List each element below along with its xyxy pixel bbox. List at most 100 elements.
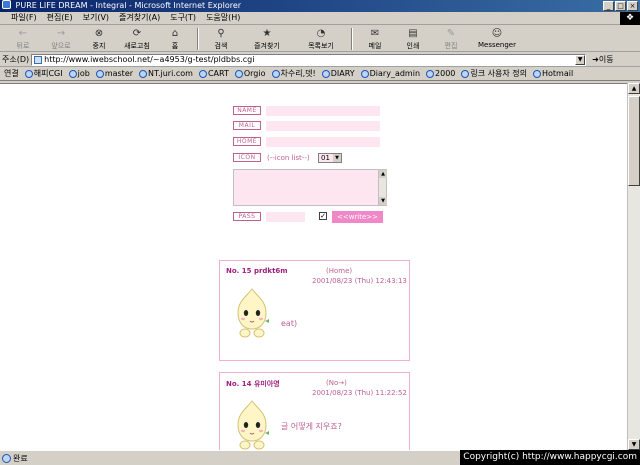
link-label: DIARY xyxy=(330,69,355,78)
link-item[interactable]: 해피CGI xyxy=(24,68,63,79)
post-date: 2001/08/23 (Thu) 12:43:13 xyxy=(312,277,407,285)
baby-avatar-icon xyxy=(237,288,269,338)
windows-logo-icon: ❖ xyxy=(620,12,640,25)
print-button[interactable]: ▤ 인쇄 xyxy=(394,26,432,52)
mail-button[interactable]: ✉ 메일 xyxy=(356,26,394,52)
link-item[interactable]: 차수리,뎃! xyxy=(271,68,316,79)
menu-edit[interactable]: 편집(E) xyxy=(42,12,78,24)
link-item[interactable]: NT.juri.com xyxy=(139,69,193,78)
link-item[interactable]: Diary_admin xyxy=(360,69,420,78)
ie-link-icon xyxy=(532,69,541,78)
history-label: 목록보기 xyxy=(308,42,334,50)
ie-status-icon xyxy=(2,453,11,463)
minimize-button[interactable]: _ xyxy=(603,1,614,11)
link-label: 해피CGI xyxy=(33,69,63,78)
link-item[interactable]: 링크 사용자 정의 xyxy=(461,68,527,79)
title-bar: PURE LIFE DREAM - Integral - Microsoft I… xyxy=(0,0,640,12)
favorites-folder-icon: ★ xyxy=(262,28,272,39)
forward-arrow-icon: → xyxy=(56,28,66,39)
ie-link-icon xyxy=(461,69,470,78)
link-label: 차수리,뎃! xyxy=(280,69,316,78)
link-item[interactable]: Hotmail xyxy=(532,69,573,78)
back-button[interactable]: ← 뒤로 xyxy=(4,26,42,52)
link-item[interactable]: DIARY xyxy=(321,69,355,78)
link-item[interactable]: master xyxy=(95,69,134,78)
scroll-up-icon[interactable]: ▲ xyxy=(628,83,640,94)
scroll-down-icon[interactable]: ▼ xyxy=(379,197,387,205)
maximize-button[interactable]: □ xyxy=(615,1,626,11)
print-label: 인쇄 xyxy=(406,42,420,50)
scroll-down-icon[interactable]: ▼ xyxy=(628,439,640,450)
link-label: job xyxy=(77,69,90,78)
home-input[interactable] xyxy=(266,137,380,147)
go-label: 이동 xyxy=(598,55,614,64)
ie-link-icon xyxy=(234,69,243,78)
password-input[interactable] xyxy=(266,212,305,222)
menu-tools[interactable]: 도구(T) xyxy=(165,12,201,24)
textarea-scrollbar[interactable]: ▲ ▼ xyxy=(378,170,387,205)
address-dropdown-icon[interactable]: ▼ xyxy=(575,54,586,65)
browser-window: PURE LIFE DREAM - Integral - Microsoft I… xyxy=(0,0,640,465)
mail-input[interactable] xyxy=(266,121,380,131)
post-number: No. 14 유미아영 xyxy=(226,380,280,388)
link-label: NT.juri.com xyxy=(148,69,193,78)
post-entry: No. 15 prdkt6m (Home) 2001/08/23 (Thu) 1… xyxy=(219,260,410,361)
icon-select[interactable]: 01 ▼ xyxy=(318,153,342,163)
stop-button[interactable]: ⊗ 중지 xyxy=(80,26,118,52)
favorites-label: 즐겨찾기 xyxy=(254,42,280,50)
name-input[interactable] xyxy=(266,106,380,116)
history-button[interactable]: ◔ 목록보기 xyxy=(294,26,348,52)
scroll-up-icon[interactable]: ▲ xyxy=(379,170,387,178)
link-item[interactable]: CART xyxy=(198,69,229,78)
post-number: No. 15 prdkt6m xyxy=(226,267,288,275)
link-label: 2000 xyxy=(435,69,456,78)
link-label: master xyxy=(104,69,134,78)
link-label: 링크 사용자 정의 xyxy=(470,69,527,78)
back-arrow-icon: ← xyxy=(18,28,28,39)
menu-favorites[interactable]: 즐겨찾기(A) xyxy=(114,12,165,24)
message-textarea[interactable]: ▲ ▼ xyxy=(233,169,387,206)
favorites-button[interactable]: ★ 즐겨찾기 xyxy=(240,26,294,52)
edit-button[interactable]: ✎ 편집 xyxy=(432,26,470,52)
refresh-button[interactable]: ⟳ 새로고침 xyxy=(118,26,156,52)
search-button[interactable]: ⚲ 검색 xyxy=(202,26,240,52)
scroll-thumb[interactable] xyxy=(628,96,640,186)
close-button[interactable]: × xyxy=(627,1,638,11)
forward-button[interactable]: → 앞으로 xyxy=(42,26,80,52)
status-text: 완료 xyxy=(13,453,28,463)
icon-list-link[interactable]: (--icon list--) xyxy=(267,154,310,162)
stop-label: 중지 xyxy=(92,42,106,50)
chevron-down-icon: ▼ xyxy=(333,154,341,162)
menu-help[interactable]: 도움말(H) xyxy=(201,12,245,24)
link-item[interactable]: 2000 xyxy=(426,69,455,78)
page-scrollbar[interactable]: ▲ ▼ xyxy=(627,83,640,450)
go-button[interactable]: ➜이동 xyxy=(592,54,613,65)
ie-link-icon xyxy=(68,69,77,78)
checkbox[interactable]: ✓ xyxy=(319,212,327,220)
printer-icon: ▤ xyxy=(408,28,418,39)
stop-icon: ⊗ xyxy=(94,28,104,39)
ie-link-icon xyxy=(426,69,435,78)
home-icon: ⌂ xyxy=(171,28,179,39)
link-item[interactable]: Orgio xyxy=(234,69,266,78)
post-home-link[interactable]: (Home) xyxy=(326,267,352,275)
post-home-link[interactable]: (No→) xyxy=(326,379,347,387)
home-label: 홈 xyxy=(171,42,179,50)
copyright-banner: Copyright(c) http://www.happycgi.com xyxy=(460,450,640,465)
icon-select-value: 01 xyxy=(321,154,330,162)
menu-view[interactable]: 보기(V) xyxy=(78,12,114,24)
messenger-button[interactable]: ☺ Messenger xyxy=(470,26,524,52)
home-button[interactable]: ⌂ 홈 xyxy=(156,26,194,52)
menu-file[interactable]: 파일(F) xyxy=(6,12,42,24)
ie-link-icon xyxy=(360,69,369,78)
ie-link-icon xyxy=(139,69,148,78)
edit-label: 편집 xyxy=(444,42,458,50)
link-item[interactable]: job xyxy=(68,69,90,78)
write-button[interactable]: <<write>> xyxy=(332,211,383,223)
address-bar: 주소(D) http://www.iwebschool.net/~a4953/g… xyxy=(0,53,640,67)
ie-link-icon xyxy=(95,69,104,78)
refresh-icon: ⟳ xyxy=(132,28,142,39)
ie-link-icon xyxy=(321,69,330,78)
address-input[interactable]: http://www.iwebschool.net/~a4953/g-test/… xyxy=(31,53,587,66)
back-label: 뒤로 xyxy=(16,42,30,50)
